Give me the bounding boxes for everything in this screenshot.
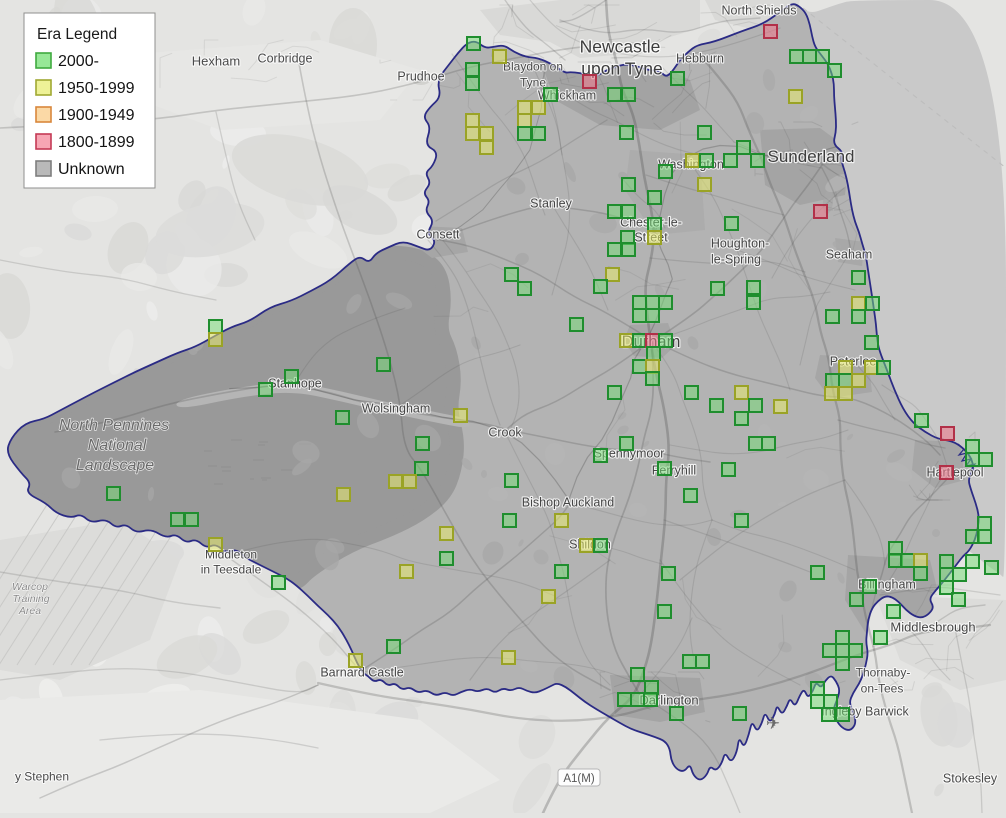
svg-text:Seaham: Seaham bbox=[826, 248, 873, 262]
svg-text:2000-: 2000- bbox=[58, 53, 99, 70]
svg-text:1900-1949: 1900-1949 bbox=[58, 107, 135, 124]
svg-text:Houghton-: Houghton- bbox=[711, 237, 769, 251]
svg-text:Hebburn: Hebburn bbox=[676, 52, 724, 66]
svg-text:1950-1999: 1950-1999 bbox=[58, 80, 135, 97]
svg-text:Stanley: Stanley bbox=[530, 197, 572, 211]
svg-text:1800-1899: 1800-1899 bbox=[58, 134, 135, 151]
svg-text:Crook: Crook bbox=[488, 426, 522, 440]
svg-text:Stokesley: Stokesley bbox=[943, 772, 998, 786]
svg-text:Landscape: Landscape bbox=[76, 457, 154, 474]
svg-text:Hexham: Hexham bbox=[192, 54, 240, 69]
svg-text:Tyne: Tyne bbox=[520, 75, 546, 89]
svg-text:Bishop Auckland: Bishop Auckland bbox=[522, 496, 614, 510]
svg-text:✈: ✈ bbox=[766, 714, 780, 733]
svg-text:Thornaby-: Thornaby- bbox=[856, 665, 911, 679]
svg-text:Consett: Consett bbox=[416, 228, 460, 242]
svg-text:North Pennines: North Pennines bbox=[59, 417, 169, 434]
svg-text:Unknown: Unknown bbox=[58, 161, 125, 178]
svg-text:in Teesdale: in Teesdale bbox=[201, 562, 262, 576]
svg-text:Era Legend: Era Legend bbox=[37, 26, 117, 43]
svg-text:Middlesbrough: Middlesbrough bbox=[890, 620, 975, 635]
svg-text:y Stephen: y Stephen bbox=[15, 769, 69, 783]
svg-text:on-Tees: on-Tees bbox=[861, 681, 904, 695]
svg-text:Warcop: Warcop bbox=[12, 581, 48, 593]
svg-text:Hartlepool: Hartlepool bbox=[927, 466, 984, 480]
svg-text:North Shields: North Shields bbox=[721, 4, 796, 18]
svg-text:Prudhoe: Prudhoe bbox=[397, 70, 444, 84]
svg-text:Blaydon on: Blaydon on bbox=[503, 59, 563, 73]
svg-text:Area: Area bbox=[18, 605, 41, 617]
svg-text:A1(M): A1(M) bbox=[563, 773, 594, 785]
svg-text:National: National bbox=[88, 437, 147, 454]
svg-text:Newcastle: Newcastle bbox=[580, 36, 661, 56]
svg-text:Wolsingham: Wolsingham bbox=[362, 402, 431, 416]
svg-text:Sunderland: Sunderland bbox=[768, 147, 855, 166]
svg-text:Training: Training bbox=[12, 593, 49, 605]
svg-text:le-Spring: le-Spring bbox=[711, 253, 761, 267]
svg-text:Corbridge: Corbridge bbox=[258, 52, 313, 66]
